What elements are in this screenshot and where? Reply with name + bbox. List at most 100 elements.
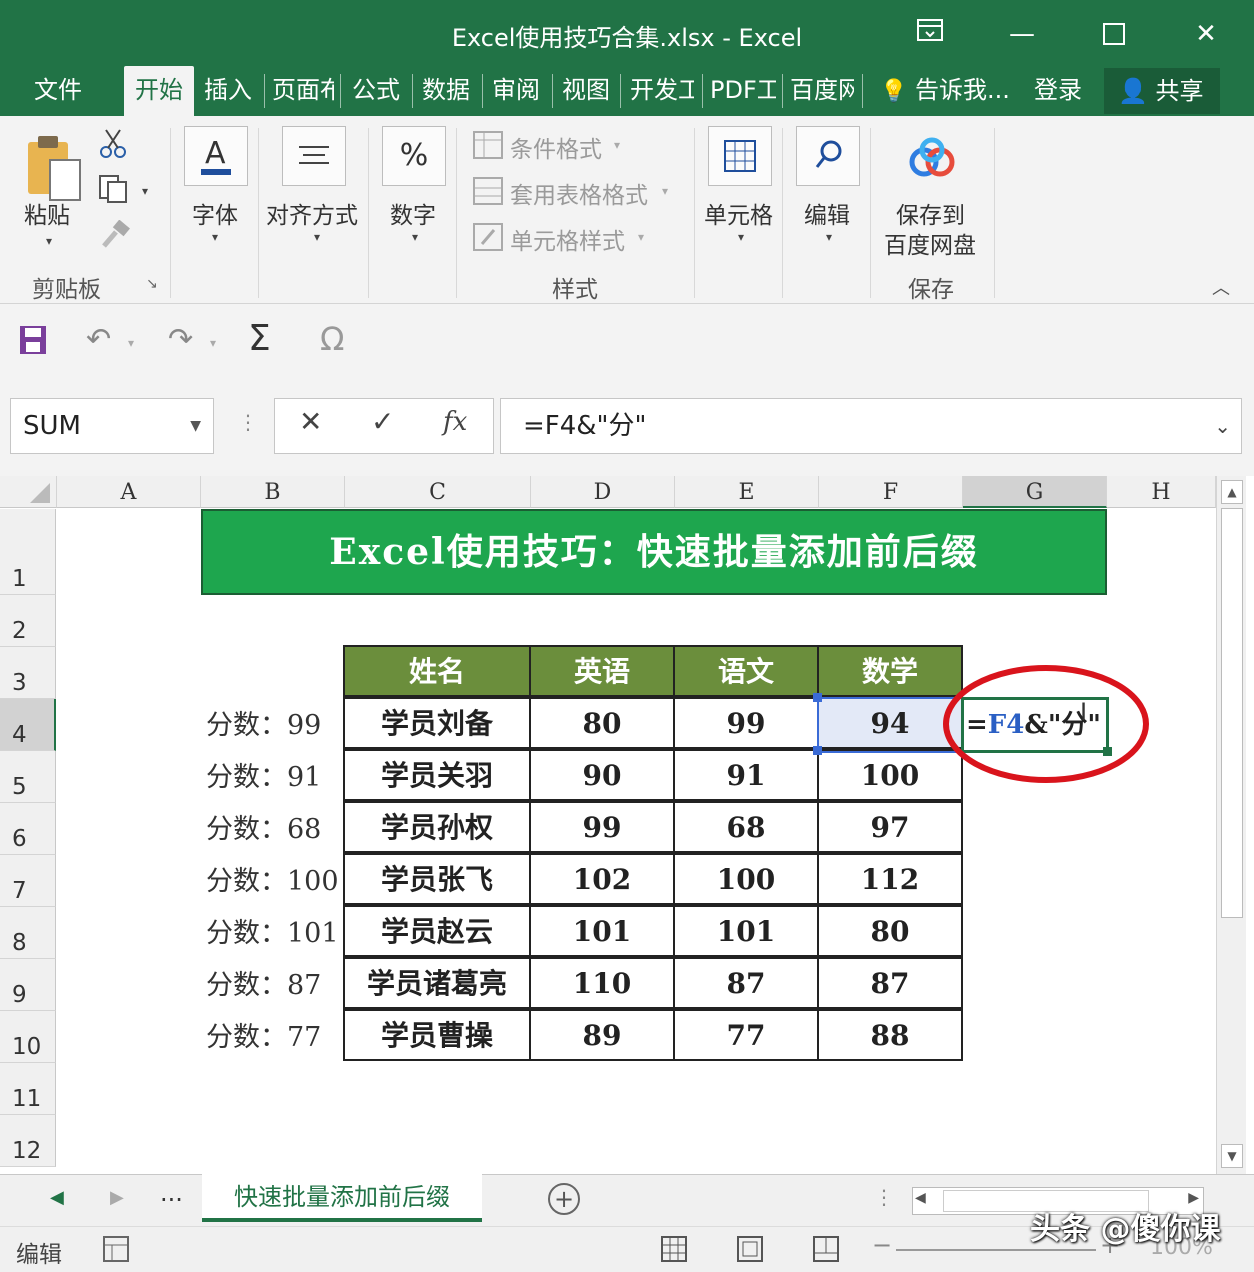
- row-header-1[interactable]: 1: [0, 509, 56, 595]
- formula-input[interactable]: =F4&"分" ⌄: [500, 398, 1242, 454]
- row-header-11[interactable]: 11: [0, 1063, 56, 1115]
- save-to-label-1[interactable]: 保存到: [896, 196, 965, 230]
- column-header-d[interactable]: D: [531, 476, 675, 508]
- zoom-slider[interactable]: [896, 1249, 1096, 1251]
- cell-style-label[interactable]: 单元格样式: [510, 222, 625, 256]
- add-sheet-icon[interactable]: +: [548, 1183, 580, 1215]
- tab-baidu[interactable]: 百度网: [790, 66, 854, 116]
- table-cell-name[interactable]: 学员诸葛亮: [343, 957, 531, 1009]
- row-header-7[interactable]: 7: [0, 855, 56, 907]
- name-box[interactable]: SUM ▼: [10, 398, 214, 454]
- tab-page-layout[interactable]: 页面布: [272, 66, 334, 116]
- table-cell-english[interactable]: 102: [529, 853, 675, 905]
- column-header-f[interactable]: F: [819, 476, 963, 508]
- format-painter-icon[interactable]: [100, 219, 130, 254]
- column-header-c[interactable]: C: [345, 476, 531, 508]
- row-header-2[interactable]: 2: [0, 595, 56, 647]
- confirm-entry-icon[interactable]: ✓: [371, 405, 394, 438]
- select-all-corner[interactable]: [0, 476, 57, 508]
- maximize-icon[interactable]: [1092, 14, 1136, 54]
- tab-home[interactable]: 开始: [124, 66, 194, 116]
- table-cell-chinese[interactable]: 101: [673, 905, 819, 957]
- tab-view[interactable]: 视图: [562, 66, 614, 116]
- table-cell-math[interactable]: 88: [817, 1009, 963, 1061]
- column-header-b[interactable]: B: [201, 476, 345, 508]
- table-cell-english[interactable]: 99: [529, 801, 675, 853]
- column-header-a[interactable]: A: [57, 476, 201, 508]
- name-box-dropdown-icon[interactable]: ▼: [190, 399, 201, 453]
- tab-file[interactable]: 文件: [34, 66, 82, 116]
- next-sheet-icon[interactable]: ▶: [110, 1187, 124, 1208]
- close-icon[interactable]: ✕: [1184, 14, 1228, 54]
- header-english[interactable]: 英语: [529, 645, 675, 697]
- score-label[interactable]: 分数：100: [206, 855, 346, 907]
- row-header-10[interactable]: 10: [0, 1011, 56, 1063]
- table-cell-english[interactable]: 101: [529, 905, 675, 957]
- conditional-format-icon[interactable]: [472, 130, 504, 164]
- paste-icon[interactable]: [24, 134, 84, 204]
- table-format-dropdown-icon[interactable]: ▾: [662, 184, 668, 198]
- score-label[interactable]: 分数：101: [206, 907, 346, 959]
- score-label[interactable]: 分数：68: [206, 803, 346, 855]
- scroll-left-icon[interactable]: ◀: [915, 1190, 926, 1206]
- table-cell-english[interactable]: 80: [529, 697, 675, 749]
- font-label[interactable]: 字体: [192, 196, 238, 230]
- search-icon[interactable]: [796, 126, 860, 186]
- normal-view-icon[interactable]: [660, 1235, 688, 1267]
- row-header-9[interactable]: 9: [0, 959, 56, 1011]
- table-format-label[interactable]: 套用表格格式: [510, 176, 648, 210]
- header-chinese[interactable]: 语文: [673, 645, 819, 697]
- header-name[interactable]: 姓名: [343, 645, 531, 697]
- row-header-5[interactable]: 5: [0, 751, 56, 803]
- reference-handle[interactable]: [813, 746, 822, 755]
- conditional-format-label[interactable]: 条件格式: [510, 130, 602, 164]
- score-label[interactable]: 分数：77: [206, 1011, 346, 1063]
- percent-icon[interactable]: %: [382, 126, 446, 186]
- table-format-icon[interactable]: [472, 176, 504, 210]
- page-break-view-icon[interactable]: [812, 1235, 840, 1267]
- paste-dropdown-icon[interactable]: ▾: [46, 234, 52, 248]
- table-cell-math[interactable]: 97: [817, 801, 963, 853]
- splitter-dots-icon[interactable]: ⋮: [238, 410, 258, 434]
- tab-insert[interactable]: 插入: [204, 66, 260, 116]
- align-dropdown-icon[interactable]: ▾: [314, 230, 320, 244]
- cancel-entry-icon[interactable]: ✕: [299, 405, 322, 438]
- column-header-g[interactable]: G: [963, 476, 1107, 508]
- save-to-label-2[interactable]: 百度网盘: [884, 226, 976, 260]
- scroll-up-icon[interactable]: ▲: [1221, 480, 1243, 504]
- copy-icon[interactable]: [98, 174, 132, 208]
- table-cell-chinese[interactable]: 68: [673, 801, 819, 853]
- zoom-out-icon[interactable]: −: [872, 1231, 892, 1259]
- column-header-h[interactable]: H: [1107, 476, 1216, 508]
- reference-handle[interactable]: [813, 693, 822, 702]
- table-cell-chinese[interactable]: 77: [673, 1009, 819, 1061]
- table-cell-math[interactable]: 112: [817, 853, 963, 905]
- table-cell-name[interactable]: 学员曹操: [343, 1009, 531, 1061]
- undo-icon[interactable]: ↶: [86, 322, 111, 357]
- tab-review[interactable]: 审阅: [492, 66, 544, 116]
- table-cell-name[interactable]: 学员孙权: [343, 801, 531, 853]
- font-icon[interactable]: A: [184, 126, 248, 186]
- autosum-icon[interactable]: Σ: [248, 318, 271, 359]
- ribbon-display-icon[interactable]: [908, 14, 952, 54]
- cells-label[interactable]: 单元格: [704, 196, 773, 230]
- table-cell-chinese[interactable]: 99: [673, 697, 819, 749]
- copy-dropdown-icon[interactable]: ▾: [142, 184, 148, 198]
- row-header-6[interactable]: 6: [0, 803, 56, 855]
- table-cell-name[interactable]: 学员张飞: [343, 853, 531, 905]
- row-header-3[interactable]: 3: [0, 647, 56, 699]
- table-cell-name[interactable]: 学员赵云: [343, 905, 531, 957]
- font-dropdown-icon[interactable]: ▾: [212, 230, 218, 244]
- insert-function-icon[interactable]: fx: [443, 407, 467, 437]
- table-cell-english[interactable]: 89: [529, 1009, 675, 1061]
- page-layout-view-icon[interactable]: [736, 1235, 764, 1267]
- prev-sheet-icon[interactable]: ◀: [50, 1187, 64, 1208]
- cell-style-dropdown-icon[interactable]: ▾: [638, 230, 644, 244]
- sheet-banner-title[interactable]: Excel使用技巧：快速批量添加前后缀: [201, 509, 1107, 595]
- tab-data[interactable]: 数据: [422, 66, 474, 116]
- tab-formulas[interactable]: 公式: [352, 66, 404, 116]
- splitter-dots-icon[interactable]: ⋮: [874, 1185, 894, 1209]
- row-header-12[interactable]: 12: [0, 1115, 56, 1167]
- scroll-down-icon[interactable]: ▼: [1221, 1144, 1243, 1168]
- tab-pdf[interactable]: PDF工: [710, 66, 776, 116]
